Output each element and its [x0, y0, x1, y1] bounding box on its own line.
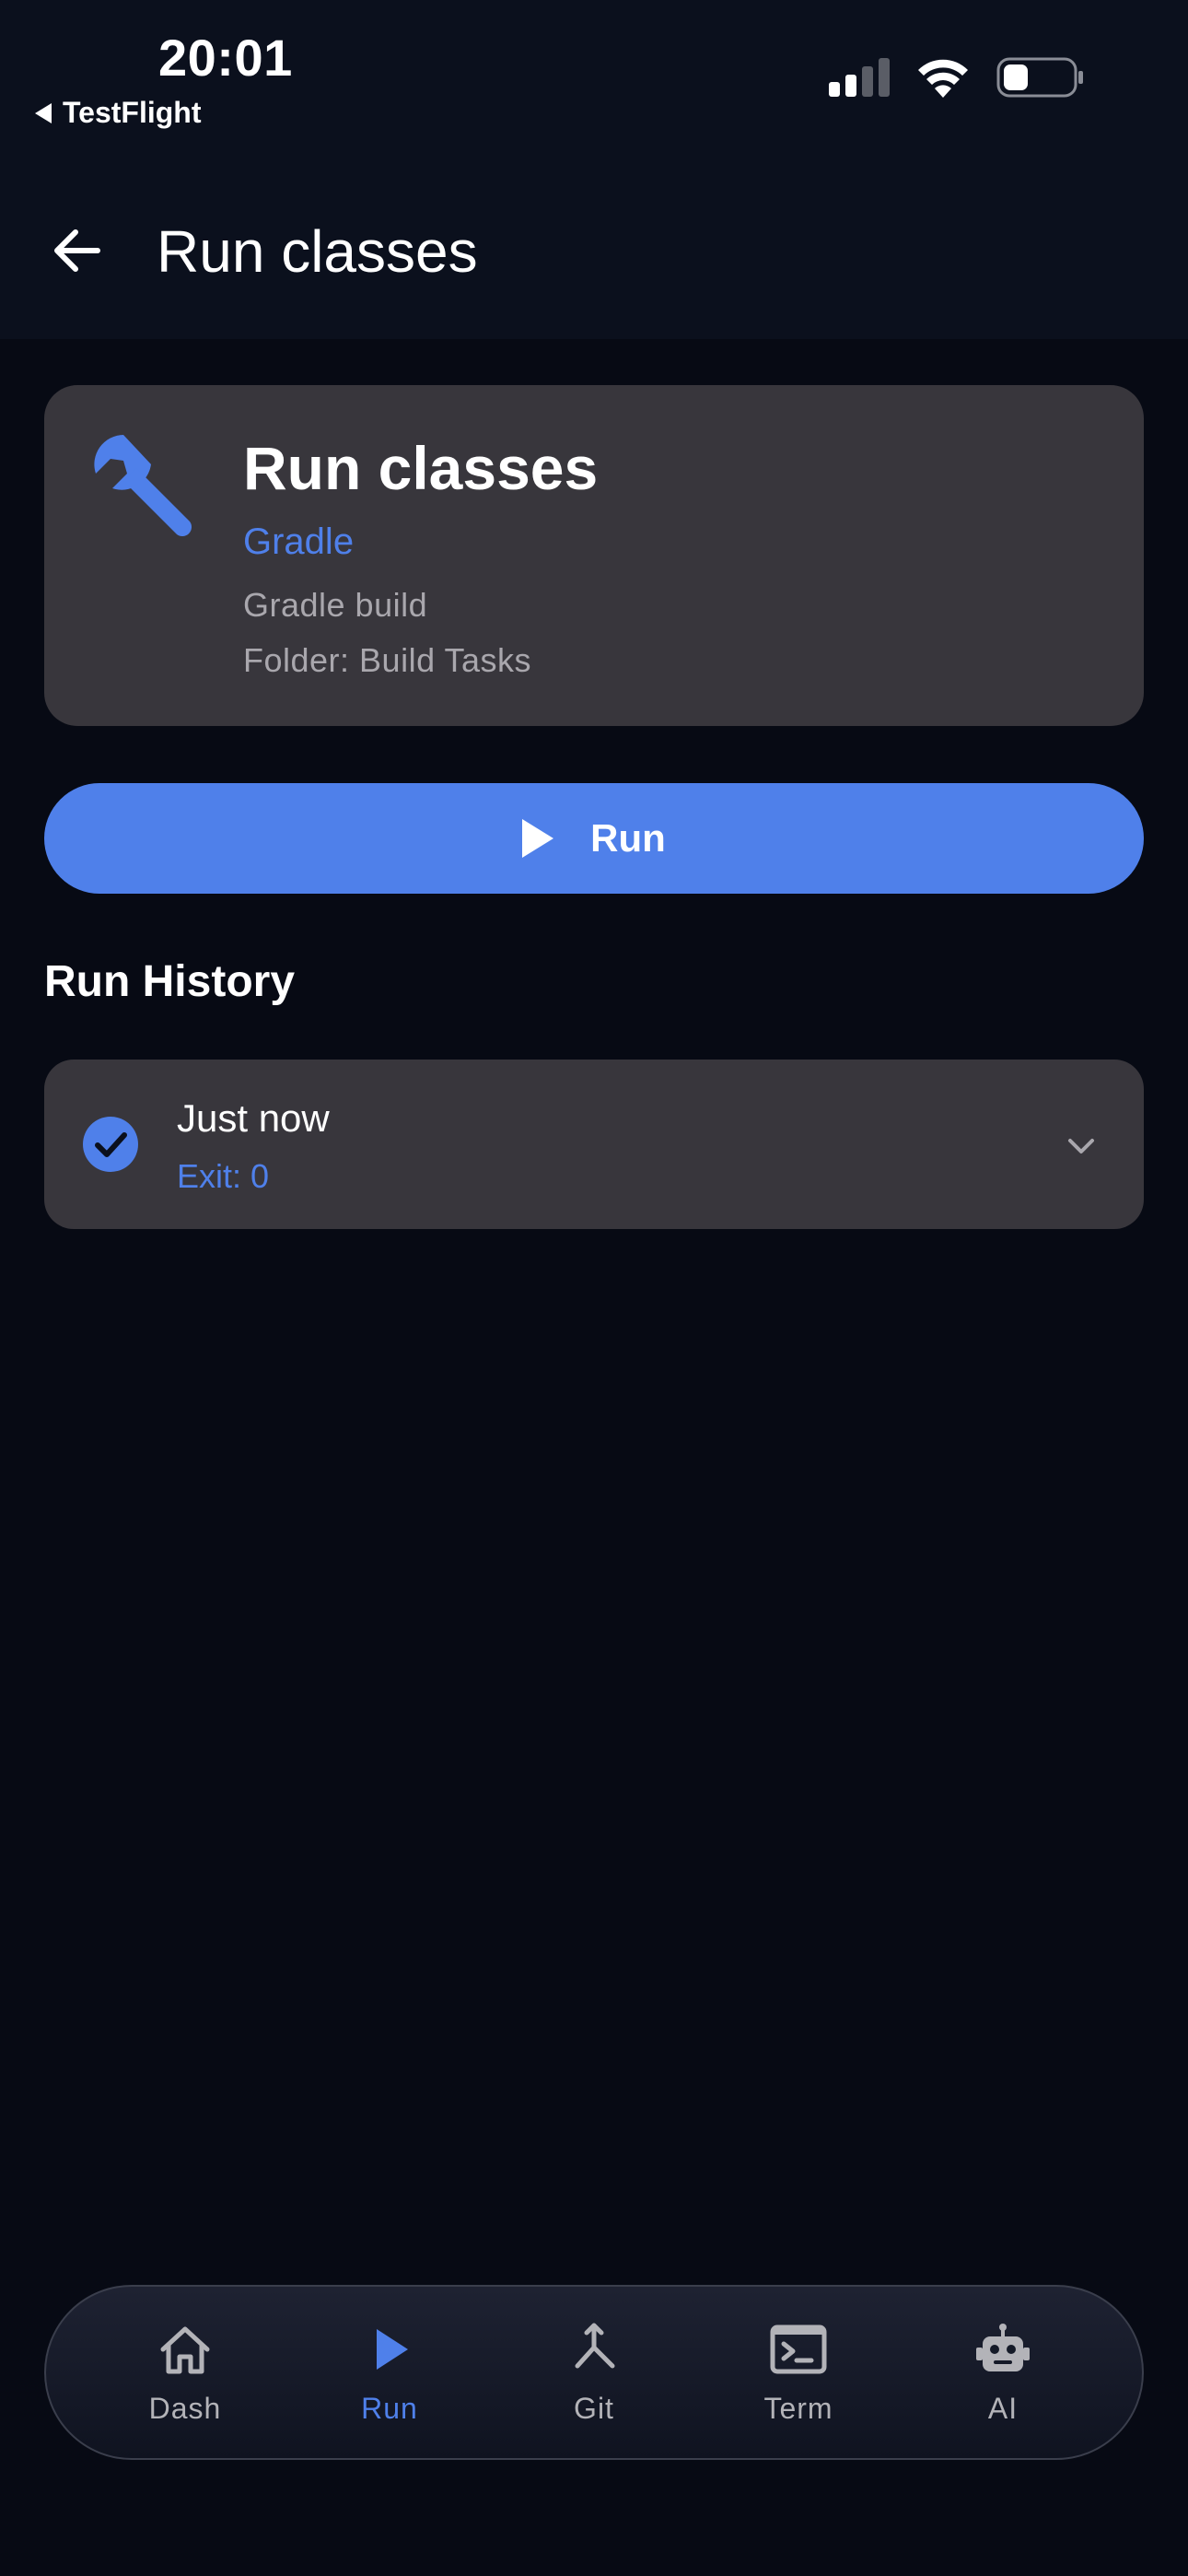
play-icon — [377, 2328, 408, 2370]
battery-icon — [996, 57, 1083, 98]
status-time: 20:01 — [158, 29, 293, 87]
back-app-label: TestFlight — [63, 96, 202, 129]
cellular-signal-icon — [829, 58, 890, 97]
nav-item-ai[interactable]: AI — [929, 2320, 1077, 2426]
status-icons — [829, 57, 1085, 98]
run-button[interactable]: Run — [44, 783, 1144, 894]
home-icon — [160, 2326, 210, 2373]
wrench-icon — [94, 435, 192, 536]
nav-item-git[interactable]: Git — [520, 2320, 668, 2426]
robot-icon — [976, 2323, 1030, 2371]
nav-item-dash[interactable]: Dash — [111, 2320, 259, 2426]
task-type-link[interactable]: Gradle — [243, 521, 354, 563]
bottom-nav: Dash Run Git Term AI — [44, 2285, 1144, 2460]
run-history-title: Run History — [44, 957, 296, 1006]
nav-label-dash: Dash — [148, 2391, 222, 2425]
check-circle-icon — [83, 1117, 138, 1172]
nav-item-term[interactable]: Term — [725, 2320, 872, 2426]
history-item-time: Just now — [177, 1096, 330, 1140]
page-title: Run classes — [157, 218, 478, 285]
nav-label-git: Git — [574, 2391, 614, 2425]
nav-item-run[interactable]: Run — [316, 2320, 463, 2426]
play-icon — [522, 819, 554, 858]
run-button-label: Run — [590, 816, 666, 860]
wifi-icon — [918, 59, 968, 98]
nav-label-term: Term — [763, 2391, 833, 2425]
screen: 20:01 TestFlight Run classes Run classes… — [0, 0, 1188, 2576]
task-name: Run classes — [243, 434, 599, 502]
back-triangle-icon — [35, 102, 52, 123]
chevron-down-icon[interactable] — [1065, 1130, 1098, 1163]
arrow-left-icon[interactable] — [48, 221, 107, 280]
merge-icon — [575, 2323, 615, 2368]
nav-label-ai: AI — [987, 2391, 1019, 2425]
terminal-icon — [770, 2324, 827, 2373]
history-item-exit: Exit: 0 — [177, 1157, 270, 1195]
back-to-app-link[interactable]: TestFlight — [35, 96, 202, 130]
history-item[interactable] — [44, 1060, 1144, 1229]
task-folder: Folder: Build Tasks — [243, 641, 531, 679]
task-description: Gradle build — [243, 586, 428, 624]
nav-label-run: Run — [361, 2391, 418, 2425]
